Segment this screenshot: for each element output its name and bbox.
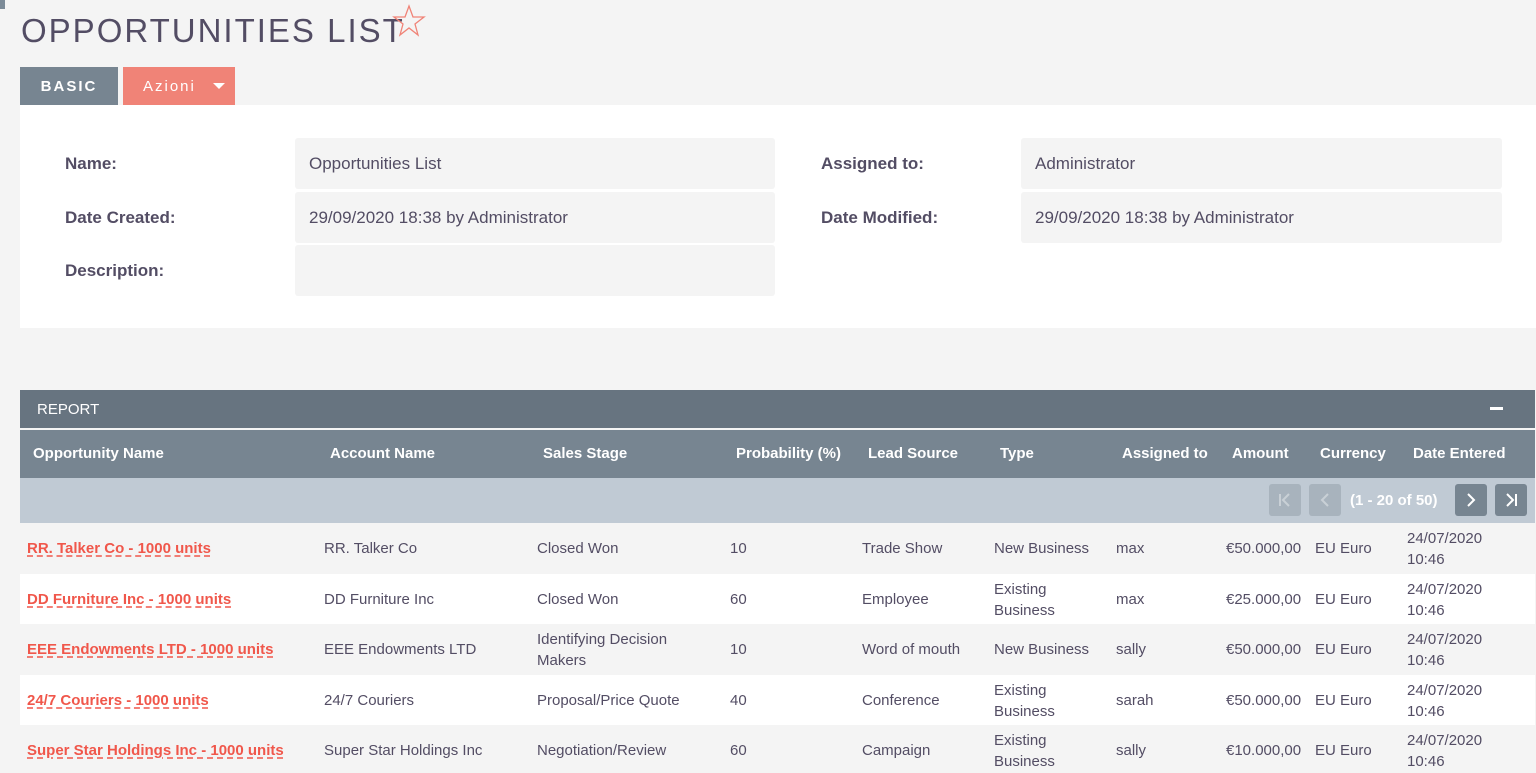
next-page-button[interactable]	[1455, 484, 1487, 516]
account-name-cell: EEE Endowments LTD	[324, 641, 477, 658]
account-name-cell: DD Furniture Inc	[324, 591, 435, 608]
currency-cell: EU Euro	[1315, 591, 1372, 608]
amount-cell: €10.000,00	[1226, 742, 1302, 759]
column-header-lead-source[interactable]: Lead Source	[868, 430, 958, 478]
page-title: OPPORTUNITIES LIST	[21, 12, 405, 49]
column-header-probability[interactable]: Probability (%)	[736, 430, 841, 478]
sales-stage-cell: Closed Won	[537, 540, 619, 557]
opportunity-name-link[interactable]: DD Furniture Inc - 1000 units	[27, 574, 231, 625]
lead-source-cell: Conference	[862, 692, 940, 709]
date-entered-cell: 24/07/2020 10:46	[1407, 580, 1483, 619]
sales-stage-cell: Identifying Decision Makers	[537, 630, 668, 669]
date-created-label: Date Created:	[65, 208, 176, 227]
column-header-currency[interactable]: Currency	[1320, 430, 1386, 478]
pagination-bar: (1 - 20 of 50)	[20, 478, 1535, 523]
currency-cell: EU Euro	[1315, 692, 1372, 709]
name-label: Name:	[65, 154, 117, 173]
amount-cell: €50.000,00	[1226, 540, 1302, 557]
account-name-cell: 24/7 Couriers	[324, 692, 415, 709]
pagination-count: (1 - 20 of 50)	[1350, 492, 1438, 509]
table-row: 24/7 Couriers - 1000 units 24/7 Couriers P…	[20, 675, 1535, 726]
type-cell: New Business	[994, 540, 1090, 557]
type-cell: Existing Business	[994, 731, 1055, 770]
type-cell: Existing Business	[994, 681, 1055, 720]
assigned-to-label: Assigned to:	[821, 154, 924, 173]
probability-cell: 60	[730, 591, 747, 608]
probability-cell: 60	[730, 742, 747, 759]
lead-source-cell: Campaign	[862, 742, 931, 759]
amount-cell: €50.000,00	[1226, 641, 1302, 658]
column-header-type[interactable]: Type	[1000, 430, 1034, 478]
column-header-assigned-to[interactable]: Assigned to	[1122, 430, 1208, 478]
column-header-date-entered[interactable]: Date Entered	[1413, 430, 1506, 478]
date-modified-label: Date Modified:	[821, 208, 939, 227]
date-entered-cell: 24/07/2020 10:46	[1407, 630, 1483, 669]
assigned-to-cell: sally	[1116, 742, 1147, 759]
currency-cell: EU Euro	[1315, 641, 1372, 658]
detail-panel: Name: Opportunities List Assigned to: Ad…	[20, 105, 1536, 328]
column-header-amount[interactable]: Amount	[1232, 430, 1289, 478]
table-row: RR. Talker Co - 1000 units RR. Talker Co C…	[20, 523, 1535, 574]
column-header-opportunity-name[interactable]: Opportunity Name	[33, 430, 164, 478]
date-entered-cell: 24/07/2020 10:46	[1407, 731, 1483, 770]
assigned-to-cell: sarah	[1116, 692, 1154, 709]
table-row: Super Star Holdings Inc - 1000 units Supe…	[20, 725, 1535, 773]
account-name-cell: Super Star Holdings Inc	[324, 742, 483, 759]
actions-dropdown-button[interactable]: Azioni	[123, 67, 235, 105]
table-row: EEE Endowments LTD - 1000 units EEE Endow…	[20, 624, 1535, 675]
assigned-to-value: Administrator	[1021, 138, 1502, 189]
lead-source-cell: Word of mouth	[862, 641, 961, 658]
previous-page-icon	[1320, 493, 1329, 507]
first-page-button[interactable]	[1269, 484, 1301, 516]
date-entered-cell: 24/07/2020 10:46	[1407, 681, 1483, 720]
sales-stage-cell: Closed Won	[537, 591, 619, 608]
column-header-account-name[interactable]: Account Name	[330, 430, 435, 478]
actions-label: Azioni	[143, 77, 196, 95]
description-value	[295, 245, 775, 296]
assigned-to-cell: sally	[1116, 641, 1147, 658]
next-page-icon	[1467, 493, 1476, 507]
first-page-icon	[1279, 493, 1290, 507]
last-page-button[interactable]	[1495, 484, 1527, 516]
amount-cell: €25.000,00	[1226, 591, 1302, 608]
type-cell: Existing Business	[994, 580, 1055, 619]
collapse-icon[interactable]	[1490, 407, 1503, 410]
sales-stage-cell: Negotiation/Review	[537, 742, 667, 759]
date-entered-cell: 24/07/2020 10:46	[1407, 529, 1483, 568]
corner-marker	[0, 0, 5, 9]
probability-cell: 10	[730, 540, 747, 557]
report-panel-header[interactable]: REPORT	[20, 390, 1535, 428]
opportunity-name-link[interactable]: RR. Talker Co - 1000 units	[27, 523, 211, 574]
account-name-cell: RR. Talker Co	[324, 540, 418, 557]
opportunity-name-link[interactable]: Super Star Holdings Inc - 1000 units	[27, 725, 284, 773]
description-label: Description:	[65, 261, 165, 280]
assigned-to-cell: max	[1116, 540, 1145, 557]
date-modified-value: 29/09/2020 18:38 by Administrator	[1021, 192, 1502, 243]
amount-cell: €50.000,00	[1226, 692, 1302, 709]
sales-stage-cell: Proposal/Price Quote	[537, 692, 680, 709]
tab-basic[interactable]: BASIC	[20, 67, 118, 105]
lead-source-cell: Trade Show	[862, 540, 943, 557]
date-created-value: 29/09/2020 18:38 by Administrator	[295, 192, 775, 243]
currency-cell: EU Euro	[1315, 742, 1372, 759]
favorite-star-icon[interactable]	[392, 4, 426, 38]
opportunity-name-link[interactable]: 24/7 Couriers - 1000 units	[27, 675, 209, 726]
column-header-sales-stage[interactable]: Sales Stage	[543, 430, 627, 478]
type-cell: New Business	[994, 641, 1090, 658]
report-title: REPORT	[37, 400, 100, 418]
last-page-icon	[1506, 493, 1517, 507]
assigned-to-cell: max	[1116, 591, 1145, 608]
table-row: DD Furniture Inc - 1000 units DD Furnitur…	[20, 574, 1535, 625]
opportunity-name-link[interactable]: EEE Endowments LTD - 1000 units	[27, 624, 273, 675]
name-value: Opportunities List	[295, 138, 775, 189]
caret-down-icon	[213, 83, 225, 89]
table-header-row: Opportunity Name Account Name Sales Stag…	[20, 430, 1535, 478]
currency-cell: EU Euro	[1315, 540, 1372, 557]
previous-page-button[interactable]	[1309, 484, 1341, 516]
lead-source-cell: Employee	[862, 591, 929, 608]
probability-cell: 40	[730, 692, 747, 709]
probability-cell: 10	[730, 641, 747, 658]
